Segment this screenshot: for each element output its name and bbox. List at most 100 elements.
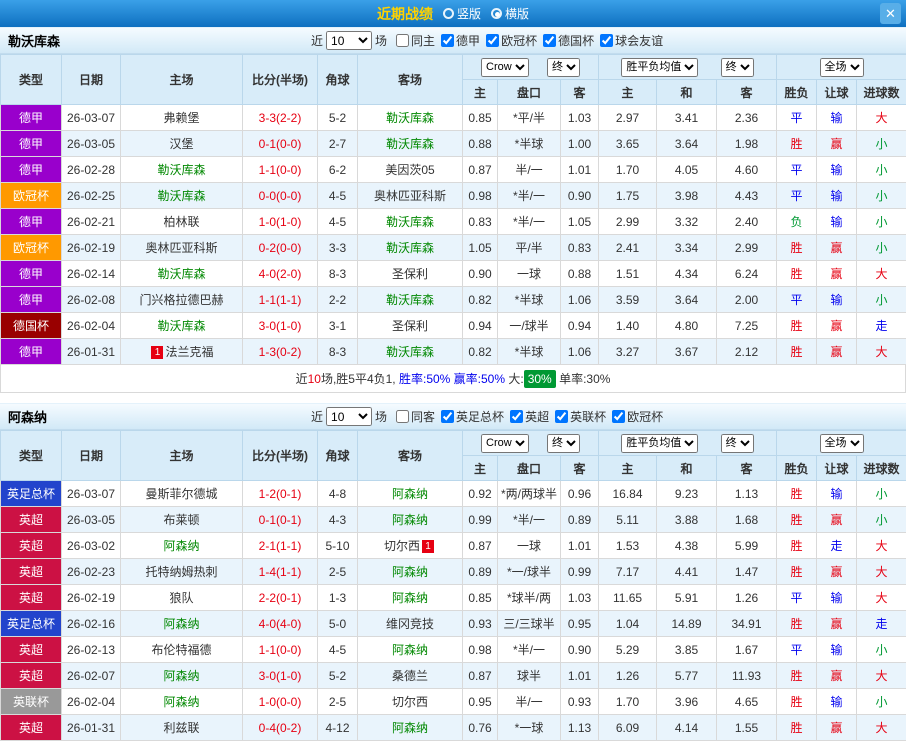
odds-source-select[interactable]: Crow [481, 433, 529, 453]
close-button[interactable]: ✕ [880, 3, 901, 24]
home-team: 1 法兰克福 [120, 338, 243, 365]
euro-draw-odds: 4.41 [656, 558, 718, 585]
asian-home-odds: 0.93 [462, 610, 498, 637]
layout-option-horizontal[interactable]: 横版 [491, 5, 529, 22]
euro-home-odds: 3.27 [598, 338, 658, 365]
league-filter[interactable]: 德国杯 [543, 32, 594, 49]
euro-away-odds: 2.99 [716, 234, 778, 261]
away-team: 阿森纳 [357, 714, 463, 741]
euro-home-odds: 7.17 [598, 558, 658, 585]
league-filter[interactable]: 德甲 [441, 32, 480, 49]
league-filter-checkbox[interactable] [555, 410, 569, 423]
home-team-name: 曼斯菲尔德城 [145, 487, 218, 501]
euro-draw-odds: 3.34 [656, 234, 718, 261]
final-odds-select[interactable]: 终 [547, 57, 580, 77]
league-filter[interactable]: 英超 [510, 408, 549, 425]
home-team-name: 汉堡 [169, 137, 194, 151]
home-team-name: 柏林联 [163, 215, 200, 229]
match-row: 德甲 26-02-21 柏林联 1-0(1-0) 4-5 勒沃库森 0.83 *半/一 1.05… [0, 208, 906, 235]
league-filter-checkbox[interactable] [441, 34, 455, 47]
home-team: 勒沃库森 [120, 312, 243, 339]
col-asian-home: 主 [462, 79, 498, 105]
league-filter-checkbox[interactable] [510, 410, 524, 423]
home-team-name: 勒沃库森 [157, 319, 206, 333]
match-score: 0-1(0-1) [242, 506, 318, 533]
result-outcome: 胜 [776, 312, 818, 339]
home-team: 阿森纳 [120, 662, 243, 689]
handicap-outcome: 赢 [816, 662, 858, 689]
match-row: 德甲 26-03-07 弗赖堡 3-3(2-2) 5-2 勒沃库森 0.85 *平/半 1.03… [0, 104, 906, 131]
match-date: 26-03-07 [61, 104, 121, 131]
handicap-outcome: 赢 [816, 234, 858, 261]
match-score: 2-1(1-1) [242, 532, 318, 559]
league-filter[interactable]: 欧冠杯 [486, 32, 537, 49]
asian-away-odds: 0.83 [559, 234, 600, 261]
match-score: 4-0(2-0) [242, 260, 318, 287]
home-team: 门兴格拉德巴赫 [120, 286, 243, 313]
league-type-badge: 英超 [0, 662, 62, 689]
col-asian-handicap: 盘口 [497, 455, 561, 481]
league-filter-checkbox[interactable] [612, 410, 626, 423]
same-venue-filter[interactable]: 同客 [396, 408, 435, 425]
match-date: 26-03-05 [61, 506, 121, 533]
match-date: 26-02-23 [61, 558, 121, 585]
match-row: 英超 26-02-07 阿森纳 3-0(1-0) 5-2 桑德兰 0.87 球半 1.01 1.2… [0, 662, 906, 689]
league-filter-label: 欧冠杯 [627, 410, 664, 424]
layout-option-vertical[interactable]: 竖版 [442, 5, 481, 22]
asian-handicap: 平/半 [497, 234, 561, 261]
away-team: 圣保利 [357, 312, 463, 339]
match-row: 英超 26-03-05 布莱顿 0-1(0-1) 4-3 阿森纳 0.99 *半/一 0.89 5… [0, 506, 906, 533]
away-team: 勒沃库森 [357, 208, 463, 235]
league-filter-checkbox[interactable] [543, 34, 557, 47]
away-team-name: 勒沃库森 [385, 241, 434, 255]
league-type-badge: 德甲 [0, 156, 62, 183]
asian-home-odds: 0.95 [462, 688, 498, 715]
league-filter[interactable]: 欧冠杯 [612, 408, 663, 425]
col-goals-result: 进球数 [856, 455, 906, 481]
asian-home-odds: 0.83 [462, 208, 498, 235]
match-count-select[interactable]: 10 [326, 407, 373, 426]
same-venue-filter-checkbox[interactable] [396, 34, 410, 47]
corner-score: 4-5 [317, 182, 358, 209]
goals-outcome: 小 [856, 688, 906, 715]
euro-draw-odds: 5.77 [656, 662, 718, 689]
asian-home-odds: 0.98 [462, 182, 498, 209]
odds-source-select[interactable]: Crow [481, 57, 529, 77]
home-team: 曼斯菲尔德城 [120, 480, 243, 507]
asian-handicap: 半/一 [497, 688, 561, 715]
scope-select[interactable]: 全场 [819, 433, 864, 453]
league-filter-checkbox[interactable] [600, 34, 614, 47]
scope-select[interactable]: 全场 [819, 57, 864, 77]
league-filter[interactable]: 球会友谊 [600, 32, 663, 49]
league-filter-checkbox[interactable] [441, 410, 455, 423]
euro-draw-odds: 3.64 [656, 286, 718, 313]
home-team: 布伦特福德 [120, 636, 243, 663]
asian-handicap: *两/两球半 [497, 480, 561, 507]
euro-home-odds: 2.97 [598, 104, 658, 131]
league-filter-label: 欧冠杯 [501, 34, 538, 48]
match-score: 3-3(2-2) [242, 104, 318, 131]
league-filter[interactable]: 英联杯 [555, 408, 606, 425]
goals-outcome: 走 [856, 610, 906, 637]
euro-avg-select[interactable]: 胜平负均值 [621, 57, 699, 77]
match-count-select[interactable]: 10 [326, 31, 373, 50]
result-outcome: 平 [776, 636, 818, 663]
home-team: 汉堡 [120, 130, 243, 157]
euro-avg-select[interactable]: 胜平负均值 [621, 433, 699, 453]
same-venue-filter[interactable]: 同主 [396, 32, 435, 49]
goals-outcome: 走 [856, 312, 906, 339]
asian-away-odds: 1.01 [559, 532, 600, 559]
final-euro-select[interactable]: 终 [720, 57, 754, 77]
away-team-name: 美因茨05 [385, 163, 435, 177]
home-team-name: 勒沃库森 [157, 163, 206, 177]
final-euro-select[interactable]: 终 [720, 433, 754, 453]
league-filter[interactable]: 英足总杯 [441, 408, 504, 425]
same-venue-filter-checkbox[interactable] [396, 410, 410, 423]
final-odds-select[interactable]: 终 [547, 433, 580, 453]
league-filter-checkbox[interactable] [486, 34, 500, 47]
same-venue-filter-label: 同主 [411, 34, 436, 48]
asian-home-odds: 0.76 [462, 714, 498, 741]
goals-outcome: 小 [856, 286, 906, 313]
home-team-name: 奥林匹亚科斯 [145, 241, 218, 255]
home-team: 阿森纳 [120, 532, 243, 559]
